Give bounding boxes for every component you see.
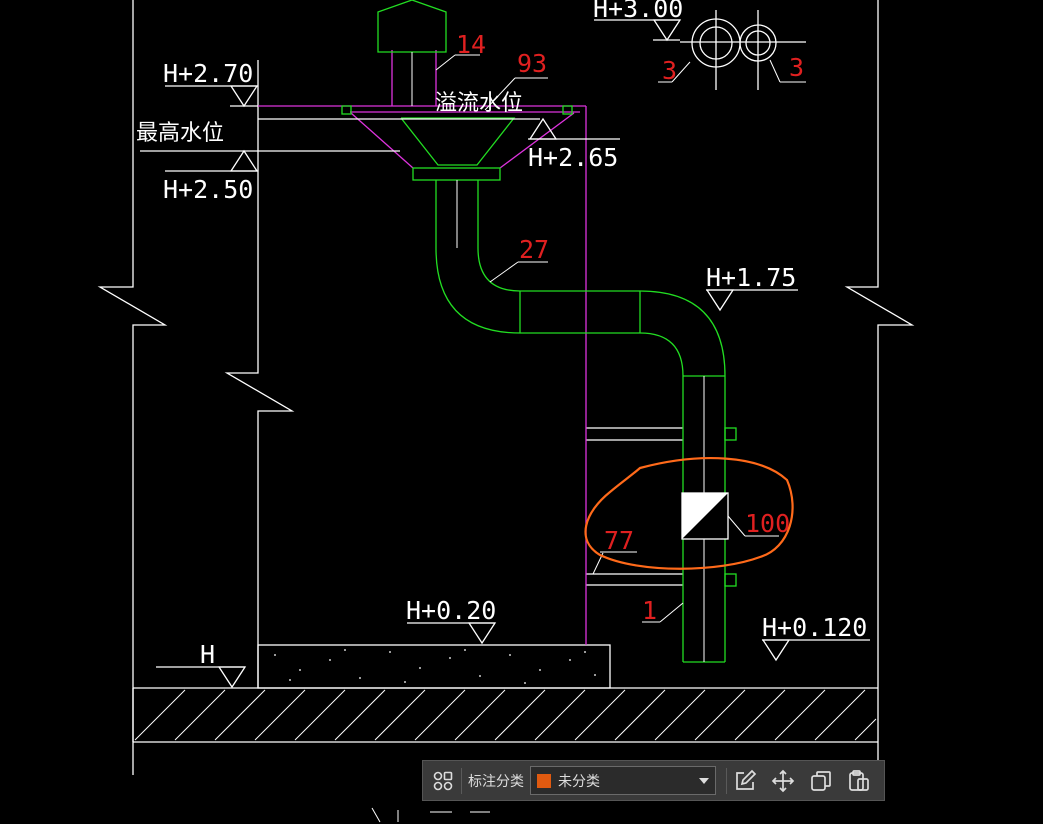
bottom-partial-text	[371, 807, 490, 823]
callout-27: 27	[519, 235, 549, 264]
category-dropdown[interactable]: 未分类	[530, 766, 716, 795]
note-overflow-level: 溢流水位	[435, 91, 523, 116]
callout-100: 100	[745, 509, 790, 538]
toolbar-separator	[726, 767, 727, 794]
callout-93: 93	[517, 49, 547, 78]
pipe-system	[341, 0, 737, 663]
annotation-toolbar: 标注分类 未分类	[422, 760, 885, 801]
ground-hatch	[134, 689, 877, 741]
paste-icon[interactable]	[845, 767, 873, 795]
elevation-h175: H+1.75	[706, 263, 796, 292]
callout-3-right: 3	[789, 53, 804, 82]
move-icon[interactable]	[769, 767, 797, 795]
elevation-h265: H+2.65	[528, 143, 618, 172]
elevation-h250: H+2.50	[163, 175, 253, 204]
copy-icon[interactable]	[807, 767, 835, 795]
callout-1: 1	[642, 596, 657, 625]
category-value: 未分类	[558, 773, 600, 790]
cad-drawing-canvas[interactable]: H+3.00 H+2.70 H+2.65 H+2.50 H+1.75 H+0.2…	[0, 0, 1043, 824]
toolbar-separator	[461, 767, 462, 794]
structure-walls	[97, 0, 915, 775]
category-label: 标注分类	[468, 773, 524, 790]
elevation-h0120: H+0.120	[762, 613, 867, 642]
chevron-down-icon	[699, 777, 709, 784]
edit-icon[interactable]	[731, 767, 759, 795]
note-highest-water: 最高水位	[136, 121, 224, 146]
elevation-markers	[140, 19, 870, 689]
floor-pad-speckle	[274, 649, 596, 684]
elevation-h: H	[200, 640, 215, 669]
elevation-h270: H+2.70	[163, 59, 253, 88]
elevation-h020: H+0.20	[406, 596, 496, 625]
callout-14: 14	[456, 30, 486, 59]
grid-apps-icon[interactable]	[429, 767, 457, 795]
valve-symbol	[681, 492, 729, 540]
elevation-h300: H+3.00	[593, 0, 683, 23]
category-color-swatch	[537, 773, 551, 788]
callout-3-left: 3	[662, 56, 677, 85]
callout-77: 77	[604, 526, 634, 555]
